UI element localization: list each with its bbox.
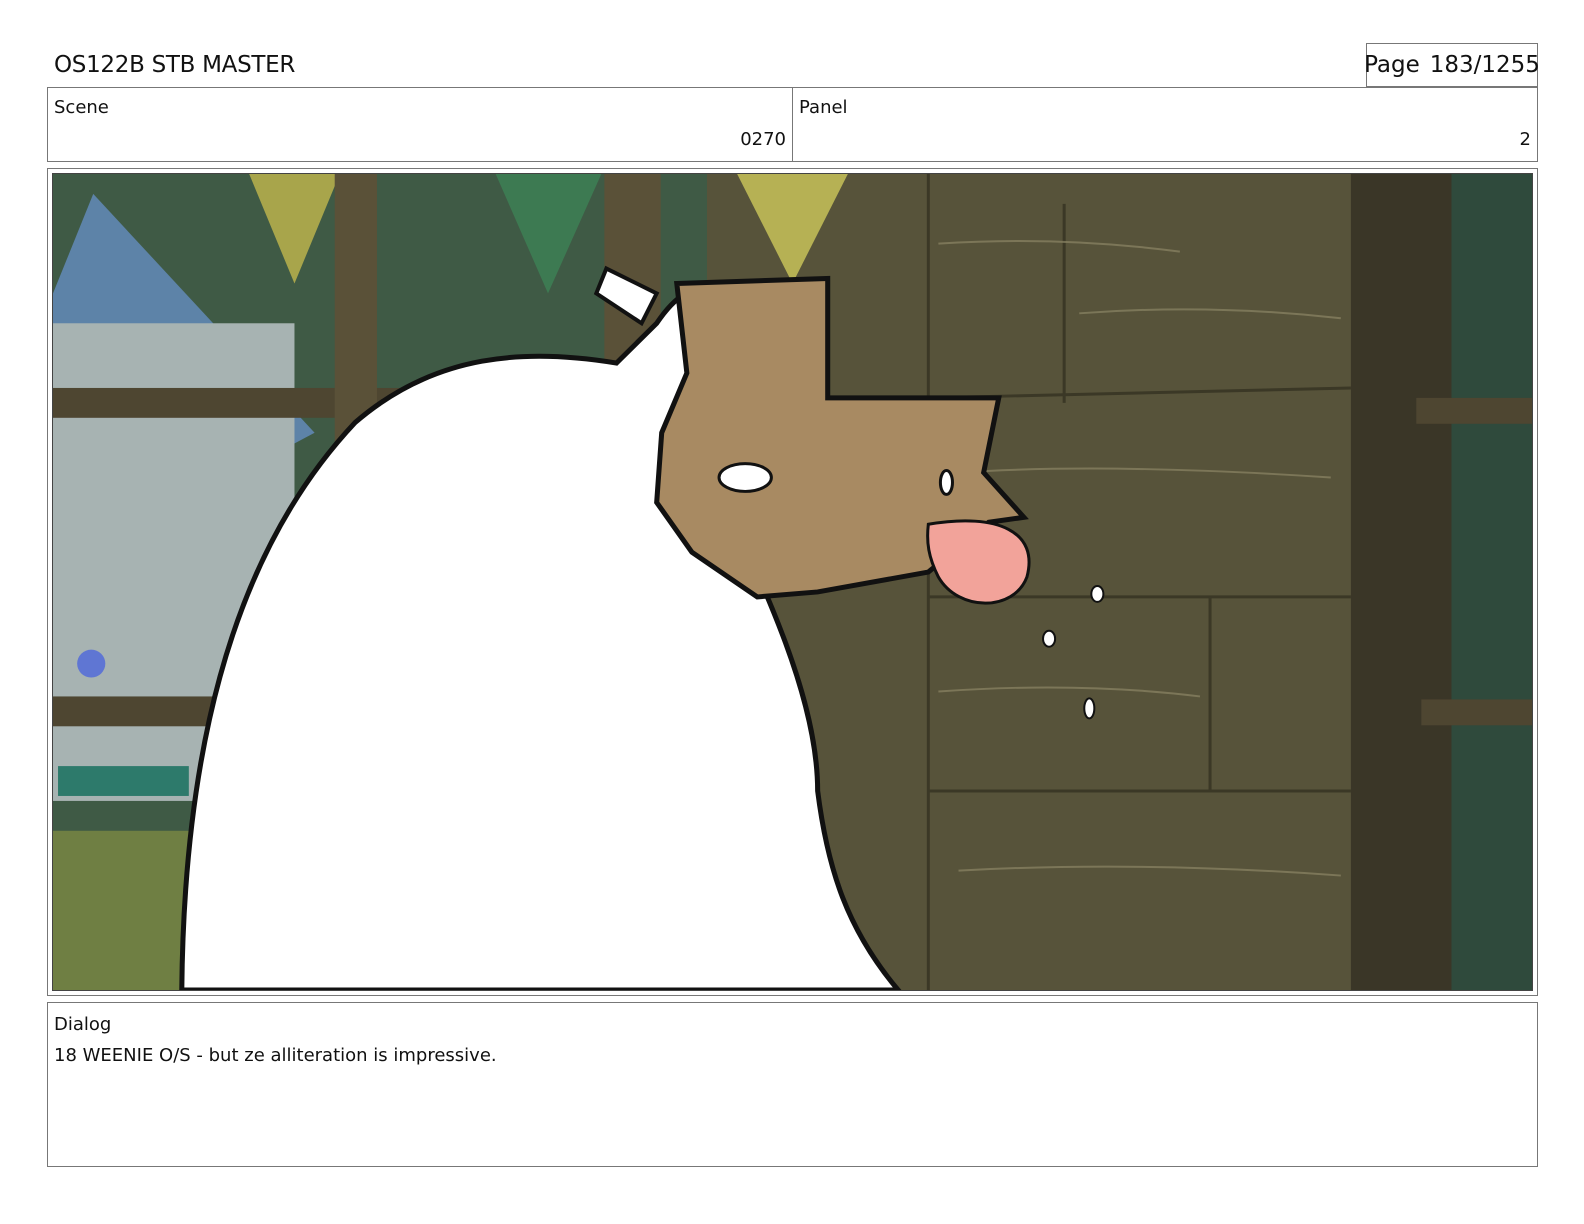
right-window <box>1451 174 1532 990</box>
scene-panel-row: Scene 0270 Panel 2 <box>47 87 1538 162</box>
dialog-text: 18 WEENIE O/S - but ze alliteration is i… <box>54 1045 497 1066</box>
dialog-label: Dialog <box>54 1014 112 1035</box>
dialog-box: Dialog 18 WEENIE O/S - but ze alliterati… <box>47 1002 1538 1167</box>
document-title: OS122B STB MASTER <box>54 52 296 78</box>
storyboard-frame <box>47 168 1538 996</box>
dog-eye <box>717 462 773 493</box>
page-label: Page <box>1364 52 1420 78</box>
scene-cell: Scene 0270 <box>48 88 792 161</box>
scene-value: 0270 <box>740 129 786 150</box>
storyboard-image <box>52 173 1533 991</box>
right-shelf-1 <box>1416 397 1532 424</box>
scene-label: Scene <box>54 97 109 118</box>
blue-flower <box>77 649 106 678</box>
picnic-table <box>58 766 189 796</box>
panel-label: Panel <box>799 97 848 118</box>
panel-cell: Panel 2 <box>792 88 1537 161</box>
panel-value: 2 <box>1519 129 1531 150</box>
dog-nose <box>938 469 954 496</box>
right-shelf-2 <box>1421 699 1532 726</box>
door-frame <box>1350 174 1452 990</box>
page-number: 183/1255 <box>1429 52 1540 78</box>
page-indicator: Page 183/1255 <box>1364 43 1540 87</box>
